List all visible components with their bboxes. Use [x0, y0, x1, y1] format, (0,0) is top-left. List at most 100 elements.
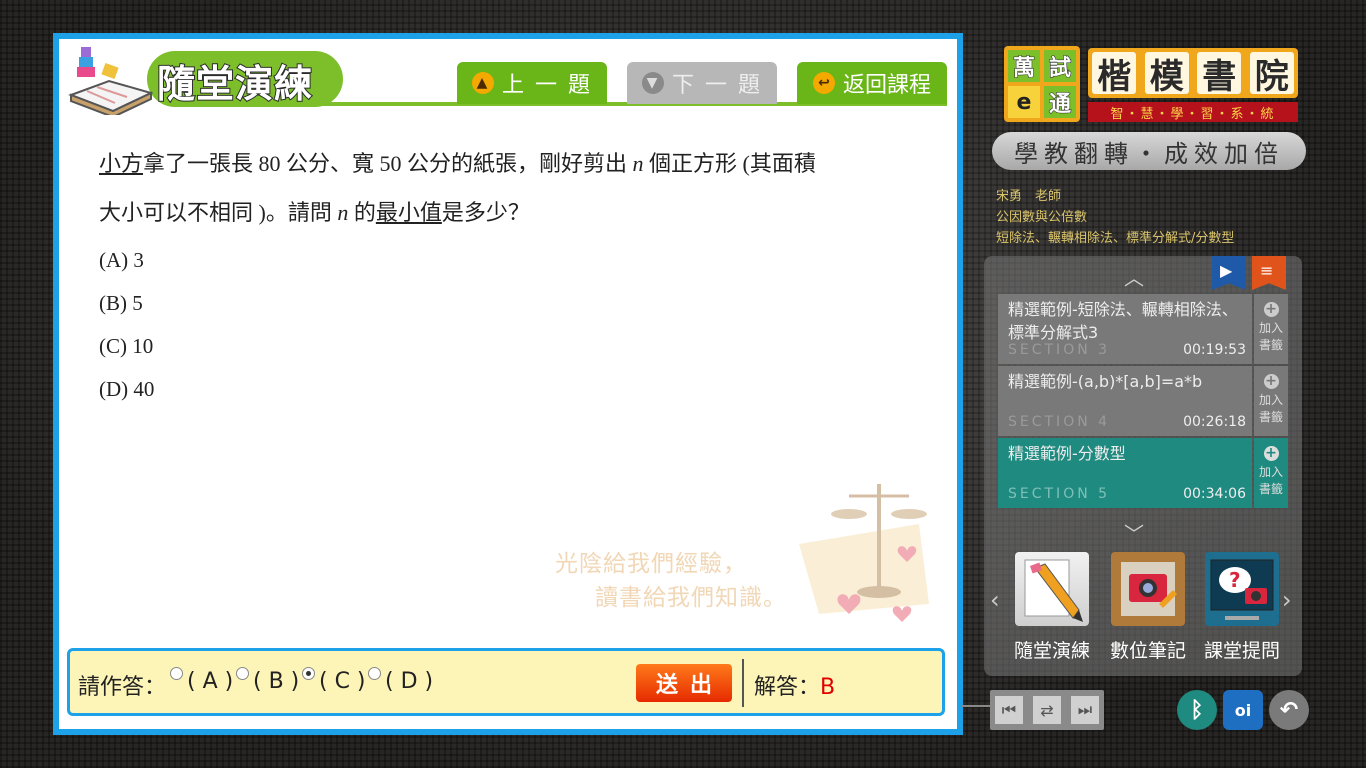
lesson-subtopic: 短除法、輾轉相除法、標準分解式/分數型: [996, 231, 1235, 246]
return-to-course-button[interactable]: ↩ 返回課程: [797, 62, 947, 104]
ask-tool-label: 課堂提問: [1204, 640, 1281, 662]
list-item[interactable]: 精選範例-短除法、輾轉相除法、標準分解式3 SECTION 3 00:19:53…: [998, 294, 1288, 364]
add-bookmark-button[interactable]: + 加入書籤: [1254, 366, 1288, 436]
exercise-tool-button[interactable]: 隨堂演練: [1014, 552, 1090, 663]
lesson-info: 宋勇 老師 公因數與公倍數 短除法、輾轉相除法、標準分解式/分數型: [996, 186, 1234, 249]
video-item[interactable]: 精選範例-(a,b)*[a,b]=a*b SECTION 4 00:26:18: [998, 366, 1252, 436]
brand-square-char: 試: [1044, 50, 1076, 82]
camera-notebook-icon: [1121, 562, 1177, 616]
radio-button-checked[interactable]: [302, 667, 315, 680]
video-item[interactable]: 精選範例-短除法、輾轉相除法、標準分解式3 SECTION 3 00:19:53: [998, 294, 1252, 364]
radio-button[interactable]: [236, 667, 249, 680]
teacher-name: 宋勇 老師: [996, 189, 1062, 204]
video-tab[interactable]: ▶: [1212, 256, 1246, 290]
return-icon: ↩: [812, 72, 835, 94]
brand-square: 萬 試 e 通: [1004, 46, 1080, 122]
connector-line: [962, 705, 992, 707]
choice-c-radio[interactable]: ( C ): [302, 667, 366, 694]
choice-c-label: ( C ): [319, 669, 366, 694]
notes-tool-button[interactable]: 數位筆記: [1110, 552, 1186, 663]
exercise-panel: 隨堂演練 ▲ 上 一 題 ▼ 下 一 題 ↩ 返回課程 小方拿了一張長 80 公…: [53, 33, 963, 735]
list-item-active[interactable]: 精選範例-分數型 SECTION 5 00:34:06 + 加入書籤: [998, 438, 1288, 508]
video-title: 精選範例-分數型: [1008, 444, 1126, 463]
chevron-down-icon[interactable]: ﹀: [1124, 518, 1144, 547]
submit-button[interactable]: 送出: [636, 664, 732, 702]
video-title: 精選範例-(a,b)*[a,b]=a*b: [1008, 372, 1203, 391]
previous-question-button[interactable]: ▲ 上 一 題: [457, 62, 607, 104]
video-title: 精選範例-短除法、輾轉相除法、標準分解式3: [1008, 300, 1238, 342]
question-emphasis: 最小值: [375, 200, 442, 225]
list-tab[interactable]: ≡: [1252, 256, 1286, 290]
option-a: (A) 3: [99, 248, 144, 272]
brand-logo: 萬 試 e 通 楷 模 書 院 智・慧・學・習・系・統: [1000, 46, 1300, 124]
add-bookmark-button[interactable]: + 加入書籤: [1254, 438, 1288, 508]
video-item[interactable]: 精選範例-分數型 SECTION 5 00:34:06: [998, 438, 1252, 508]
svg-text:?: ?: [1229, 568, 1241, 592]
brand-name-char: 楷: [1092, 52, 1137, 97]
choice-d-label: ( D ): [385, 669, 434, 694]
menu-icon: ≡: [1260, 261, 1274, 280]
tool-bar: ‹ 隨堂演練 數位筆記 ? 課堂提問 ›: [984, 546, 1302, 676]
scroll-left-icon[interactable]: ‹: [990, 586, 1000, 614]
answer-bar: 請作答： ( A ) ( B ) ( C ) ( D ) 送出 解答：B: [67, 648, 945, 716]
pencil-icon: [1024, 559, 1083, 622]
notes-tool-label: 數位筆記: [1110, 640, 1187, 662]
brand-square-char: 萬: [1008, 50, 1040, 82]
skip-forward-icon[interactable]: ⏭: [1071, 696, 1099, 724]
plus-icon: +: [1263, 373, 1279, 389]
video-time: 00:26:18: [1183, 414, 1246, 430]
question-text: 小方拿了一張長 80 公分、寬 50 公分的紙張，剛好剪出 n 個正方形 (其面…: [99, 139, 929, 237]
plus-icon: +: [1263, 445, 1279, 461]
question-subject: 小方: [99, 151, 144, 176]
choice-d-radio[interactable]: ( D ): [368, 667, 434, 694]
bookmark-label: 加入書籤: [1258, 393, 1283, 424]
loop-icon[interactable]: ⇄: [1033, 696, 1061, 724]
chevron-up-icon[interactable]: ︿: [1124, 262, 1144, 291]
radio-button[interactable]: [368, 667, 381, 680]
video-time: 00:19:53: [1183, 342, 1246, 358]
notebook-camera-icon: [1111, 552, 1185, 626]
choice-b-label: ( B ): [253, 669, 300, 694]
bookmark-label: 加入書籤: [1258, 465, 1283, 496]
oi-icon[interactable]: oi: [1223, 690, 1263, 730]
solution: 解答：B: [754, 669, 835, 701]
video-list-panel: ︿ ▶ ≡ 精選範例-短除法、輾轉相除法、標準分解式3 SECTION 3 00…: [984, 256, 1302, 676]
variable-n: n: [337, 200, 349, 225]
bookmark-label: 加入書籤: [1258, 321, 1283, 352]
previous-question-label: 上 一 題: [502, 73, 592, 98]
question-text-part: 是多少？: [441, 200, 530, 225]
next-question-label: 下 一 題: [672, 73, 762, 98]
exercise-tool-label: 隨堂演練: [1014, 640, 1091, 662]
brand-square-char: e: [1008, 86, 1040, 118]
choice-a-radio[interactable]: ( A ): [170, 667, 233, 694]
bluetooth-icon[interactable]: ᛒ: [1177, 690, 1217, 730]
brand-name-char: 書: [1197, 52, 1242, 97]
title-bar: 隨堂演練 ▲ 上 一 題 ▼ 下 一 題 ↩ 返回課程: [59, 39, 957, 115]
choice-b-radio[interactable]: ( B ): [236, 667, 300, 694]
arrow-down-icon: ▼: [642, 72, 664, 94]
question-text-part: 大小可以不相同 )。請問: [99, 200, 338, 225]
scroll-right-icon[interactable]: ›: [1282, 586, 1292, 614]
plus-icon: +: [1263, 301, 1279, 317]
answer-divider: [742, 659, 744, 707]
exercise-content: 隨堂演練 ▲ 上 一 題 ▼ 下 一 題 ↩ 返回課程 小方拿了一張長 80 公…: [59, 39, 957, 729]
next-question-button[interactable]: ▼ 下 一 題: [627, 62, 777, 104]
play-video-icon: ▶: [1220, 261, 1233, 280]
video-section: SECTION 4: [1008, 414, 1111, 430]
lesson-topic: 公因數與公倍數: [996, 210, 1088, 225]
option-c: (C) 10: [99, 334, 154, 358]
undo-icon[interactable]: ↶: [1269, 690, 1309, 730]
add-bookmark-button[interactable]: + 加入書籤: [1254, 294, 1288, 364]
solution-value: B: [820, 675, 836, 700]
question-monitor-icon: ?: [1205, 552, 1279, 626]
pencil-notebook-icon: [1015, 552, 1089, 626]
skip-back-icon[interactable]: ⏮: [995, 696, 1023, 724]
answer-prompt: 請作答：: [78, 675, 167, 700]
solution-label: 解答：: [754, 675, 821, 700]
brand-name-char: 模: [1144, 52, 1189, 97]
question-icon: ?: [1210, 559, 1274, 620]
brand-name: 楷 模 書 院: [1088, 48, 1298, 98]
ask-tool-button[interactable]: ? 課堂提問: [1204, 552, 1280, 663]
radio-button[interactable]: [170, 667, 183, 680]
list-item[interactable]: 精選範例-(a,b)*[a,b]=a*b SECTION 4 00:26:18 …: [998, 366, 1288, 436]
